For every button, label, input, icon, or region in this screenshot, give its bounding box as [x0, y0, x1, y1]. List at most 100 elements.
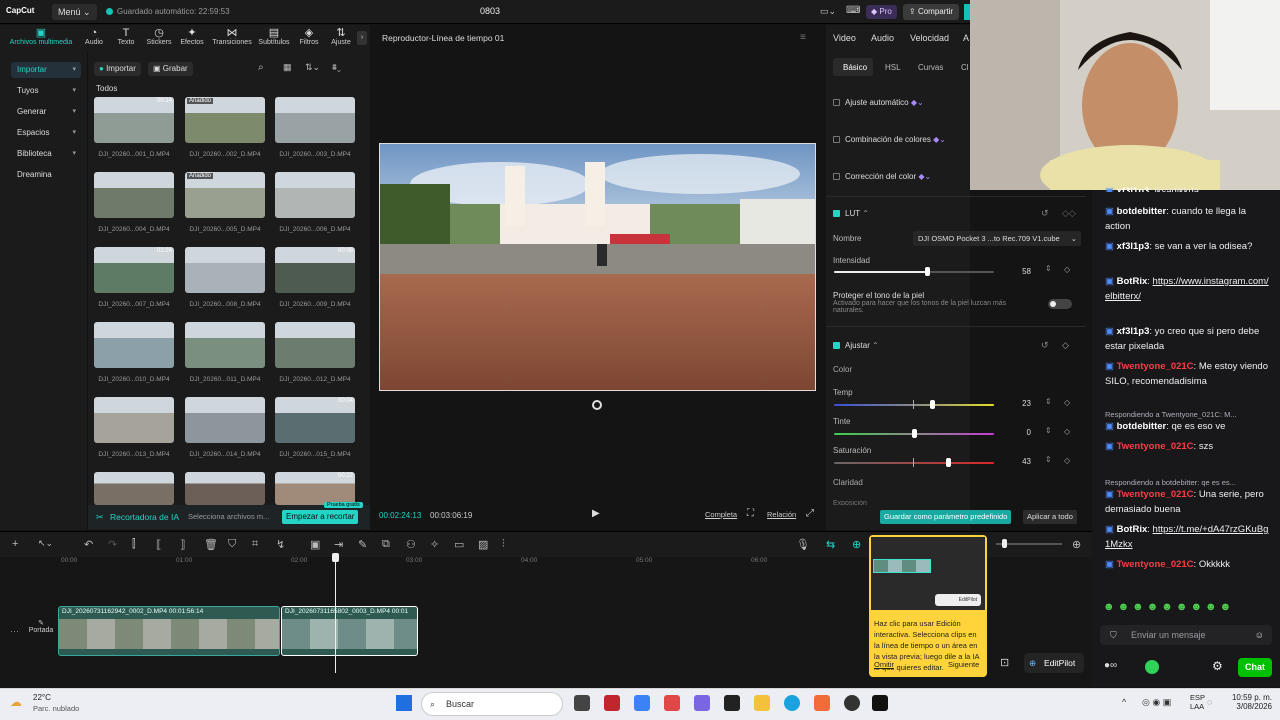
keyframe-icon[interactable]: ◇	[1062, 340, 1069, 351]
mask-icon[interactable]: ⧉	[382, 538, 390, 551]
chat-username[interactable]: BotRix	[1117, 524, 1148, 535]
brave-icon[interactable]	[814, 695, 830, 711]
temp-knob[interactable]	[930, 400, 936, 409]
chat-input[interactable]: ⛉ Enviar un mensaje ☺	[1100, 625, 1272, 645]
menu-icon[interactable]: ≡	[800, 32, 806, 43]
chat-username[interactable]: xf3l1p3	[1117, 326, 1150, 337]
saturation-value[interactable]: 43	[1005, 455, 1031, 469]
chevron-right-icon[interactable]: ›	[357, 31, 367, 45]
cover-button[interactable]: ✎ Portada	[28, 619, 54, 643]
delete-icon[interactable]: 🗑	[204, 538, 218, 551]
auto-adjust-option[interactable]: Ajuste automático ◆⌄	[833, 98, 924, 107]
points-icon[interactable]: ●∞	[1104, 660, 1117, 671]
split-icon[interactable]: ⫿	[132, 538, 136, 551]
checkbox[interactable]	[833, 173, 840, 180]
reset-icon[interactable]: ↺	[1041, 340, 1049, 351]
media-thumbnail[interactable]: 00:04	[275, 397, 355, 443]
chat-username[interactable]: botdebitter	[1117, 421, 1167, 432]
lut-section[interactable]: LUT ⌃	[833, 209, 869, 218]
select-region-icon[interactable]: ⊡	[1000, 656, 1009, 669]
chat-username[interactable]: Twentyone_021C	[1117, 489, 1194, 500]
saturation-knob[interactable]	[946, 458, 952, 467]
grid-view-icon[interactable]: ▦	[283, 62, 292, 73]
tab-more[interactable]: A	[963, 33, 969, 43]
reset-icon[interactable]: ↺	[1041, 208, 1049, 219]
chat-username[interactable]: Twentyone_021C	[1117, 559, 1194, 570]
saturation-slider[interactable]	[834, 462, 994, 464]
person-icon[interactable]: ⚇	[406, 538, 416, 551]
sidebar-item-dreamina[interactable]: Dreamina	[11, 167, 81, 183]
tab-transitions[interactable]: ⋈ Transiciones	[210, 27, 254, 46]
shortcuts-icon[interactable]: ⌨	[846, 5, 860, 16]
chevron-up-icon[interactable]: ^	[1122, 697, 1126, 707]
playhead[interactable]	[335, 553, 336, 673]
stepper-icon[interactable]: ⇕	[1045, 264, 1052, 273]
pro-button[interactable]: ◆ Pro	[866, 5, 897, 19]
tab-adjust[interactable]: ⇅ Ajuste	[326, 27, 356, 46]
media-thumbnail[interactable]	[94, 172, 174, 218]
magnet-icon[interactable]: ⊕	[852, 538, 861, 551]
adjust-section[interactable]: Ajustar ⌃	[833, 341, 879, 350]
sidebar-item-yours[interactable]: Tuyos ▾	[11, 83, 81, 99]
redo-icon[interactable]: ↷	[108, 538, 117, 551]
obs-icon[interactable]	[844, 695, 860, 711]
media-thumbnail[interactable]	[185, 397, 265, 443]
freeze-icon[interactable]: ▣	[310, 538, 320, 551]
media-thumbnail[interactable]	[275, 172, 355, 218]
layout-icon[interactable]: ▭⌄	[820, 6, 836, 17]
keyframe-icon[interactable]: ◇	[1064, 398, 1070, 407]
undo-icon[interactable]: ↶	[84, 538, 93, 551]
chat-username[interactable]: Twentyone_021C	[1117, 361, 1194, 372]
select-tool-icon[interactable]: ↖⌄	[38, 538, 53, 549]
record-button[interactable]: ▣ Grabar	[148, 62, 193, 76]
temp-value[interactable]: 23	[1005, 397, 1031, 411]
tab-stickers[interactable]: ◷ Stickers	[144, 27, 174, 46]
zoom-fit-icon[interactable]: ⊕	[1072, 538, 1081, 551]
media-thumbnail[interactable]	[185, 472, 265, 505]
import-button[interactable]: ● Importar	[94, 62, 141, 76]
sort-icon[interactable]: ⇅⌄	[305, 62, 320, 73]
media-thumbnail[interactable]	[94, 397, 174, 443]
tab-media[interactable]: ▣ Archivos multimedia	[6, 27, 76, 46]
add-icon[interactable]: +	[12, 538, 18, 550]
media-thumbnail[interactable]	[185, 322, 265, 368]
image-icon[interactable]: ▨	[478, 538, 488, 551]
audio-wave-icon[interactable]: ⫶	[502, 538, 505, 551]
tab-audio-inspector[interactable]: Audio	[871, 33, 894, 43]
tray-icons[interactable]: ◎ ◉ ▣	[1142, 697, 1171, 708]
tab-subtitles[interactable]: ▤ Subtítulos	[256, 27, 292, 46]
language-indicator[interactable]: ESP LAA	[1190, 693, 1205, 711]
media-thumbnail[interactable]	[185, 247, 265, 293]
checkbox[interactable]	[833, 210, 840, 217]
save-preset-button[interactable]: Guardar como parámetro predefinido	[880, 510, 1012, 524]
subtitle-icon[interactable]: ▭	[454, 538, 464, 551]
sidebar-item-generate[interactable]: Generar ▾	[11, 104, 81, 120]
chat-username[interactable]: botdebitter	[1117, 206, 1167, 217]
search-icon[interactable]: ⌕	[258, 62, 264, 73]
keyframe-icon[interactable]: ◇	[1064, 456, 1070, 465]
chat-username[interactable]: BotRix	[1117, 276, 1148, 287]
keyframe-icon[interactable]: ◇	[1064, 427, 1070, 436]
intensity-value[interactable]: 58	[1005, 265, 1031, 279]
trim-right-icon[interactable]: ⟧	[180, 538, 185, 551]
wifi-icon[interactable]: ◌	[1207, 697, 1212, 707]
stepper-icon[interactable]: ⇕	[1045, 455, 1052, 464]
weather-icon[interactable]: ☁	[10, 695, 22, 709]
lut-select[interactable]: DJI OSMO Pocket 3 ...to Rec.709 V1.cube ⌄	[913, 231, 1081, 246]
folder-icon[interactable]	[754, 695, 770, 711]
media-thumbnail[interactable]: 01:24	[94, 247, 174, 293]
stepper-icon[interactable]: ⇕	[1045, 397, 1052, 406]
media-thumbnail[interactable]: 00:08	[275, 247, 355, 293]
zoom-knob[interactable]	[1002, 539, 1007, 548]
start-cutting-button[interactable]: Empezar a recortar	[282, 510, 359, 524]
link-icon[interactable]: ⇆	[826, 538, 835, 551]
checkbox[interactable]	[833, 99, 840, 106]
chat-username[interactable]: xf3l1p3	[1117, 186, 1150, 192]
video-preview[interactable]	[379, 143, 816, 391]
subtab-hsl[interactable]: HSL	[885, 63, 901, 72]
media-thumbnail[interactable]	[94, 322, 174, 368]
emoji-icon[interactable]: ☺	[1255, 625, 1264, 645]
mic-icon[interactable]: 🎙	[796, 538, 810, 551]
ratio-button[interactable]: Relación	[767, 510, 796, 519]
more-icon[interactable]: ⋯	[10, 626, 19, 637]
